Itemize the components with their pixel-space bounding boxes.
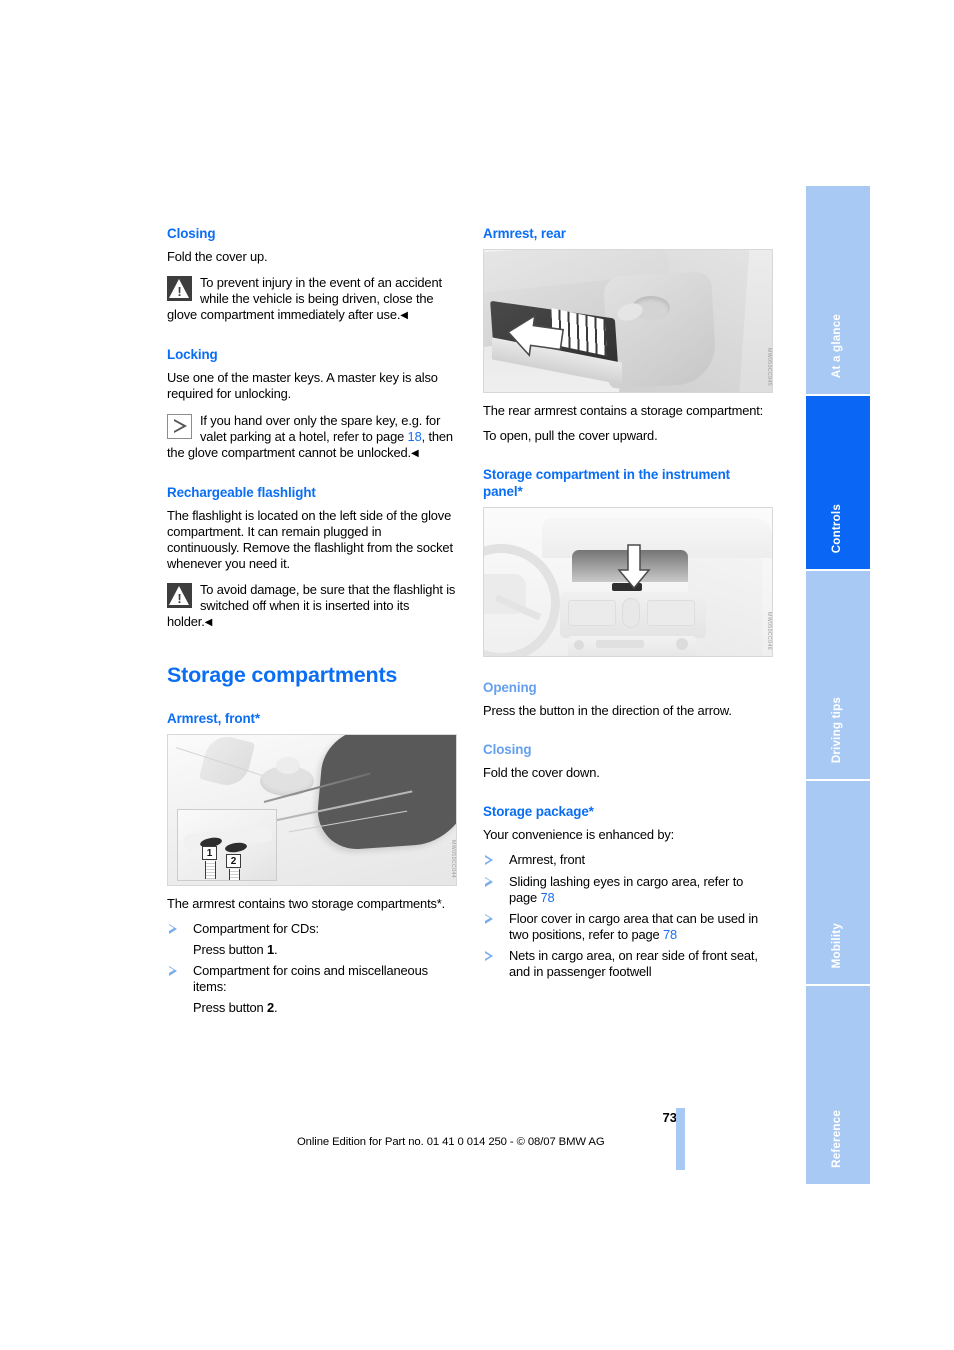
tab-at-a-glance[interactable]: At a glance [806, 186, 870, 396]
warning-text-flashlight: To avoid damage, be sure that the flashl… [167, 582, 457, 631]
list-item: Floor cover in cargo area that can be us… [483, 911, 773, 943]
list-storage-package: Armrest, front Sliding lashing eyes in c… [483, 852, 773, 980]
figure-instrument-panel: MW050CC046 [483, 507, 773, 658]
heading-closing-panel: Closing [483, 742, 532, 758]
subline-suffix: . [274, 999, 278, 1015]
warning-text-glovebox: To prevent injury in the event of an acc… [167, 275, 457, 324]
illustration-vent-center [622, 598, 640, 629]
note-block-spare-key: If you hand over only the spare key, e.g… [167, 413, 457, 462]
info-triangle-icon [167, 413, 192, 439]
page-reference-link[interactable]: 78 [663, 927, 677, 942]
text-closing-panel: Fold the cover down. [483, 765, 600, 781]
illustration-inset-detail: 1 2 [177, 808, 277, 881]
tab-label: Mobility [830, 922, 843, 968]
bullet-triangle-inner-icon [485, 878, 490, 885]
note-text-part1: If you hand over only the spare key, e.g… [200, 412, 441, 444]
left-column: Closing Fold the cover up. ! To prevent … [167, 225, 457, 1021]
tab-reference[interactable]: Reference [806, 986, 870, 1186]
footer-accent-bar [676, 1108, 685, 1170]
heading-locking: Locking [167, 347, 218, 363]
warning-triangle-icon: ! [167, 276, 192, 302]
text-rechargeable-flashlight: The flashlight is located on the left si… [167, 507, 453, 572]
heading-armrest-rear: Armrest, rear [483, 226, 566, 241]
warning-block-flashlight: ! To avoid damage, be sure that the flas… [167, 582, 457, 631]
page-title: Storage compartments [167, 662, 398, 687]
list-item-subline: Press button 2. [193, 1000, 457, 1016]
heading-storage-instrument-panel: Storage compartment in the instrument pa… [483, 467, 731, 500]
heading-armrest-front: Armrest, front* [167, 710, 260, 726]
figure-code-watermark: MW050CC044 [450, 840, 456, 879]
section-index-tabs: At a glance Controls Driving tips Mobili… [806, 186, 870, 1186]
warning-block-glovebox: ! To prevent injury in the event of an a… [167, 275, 457, 324]
text-closing-glovebox: Fold the cover up. [167, 249, 268, 264]
illustration-vent-left [568, 600, 616, 627]
manual-page: Closing Fold the cover up. ! To prevent … [0, 0, 954, 1350]
right-column: Armrest, rear MW050CC045 The rear armres… [483, 225, 773, 985]
list-armrest-front-compartments: Compartment for CDs: Press button 1. Com… [167, 921, 457, 1016]
heading-rechargeable-flashlight: Rechargeable flashlight [167, 484, 316, 500]
text-storage-package-intro: Your convenience is enhanced by: [483, 827, 675, 843]
list-item-label: Floor cover in cargo area that can be us… [509, 910, 759, 942]
tab-label: At a glance [830, 313, 843, 378]
end-mark-icon: ◀ [410, 447, 419, 459]
illustration-radio-display [596, 640, 644, 649]
subline-button-number: 2 [267, 999, 275, 1015]
tab-mobility[interactable]: Mobility [806, 781, 870, 986]
footer-edition-text: Online Edition for Part no. 01 41 0 014 … [297, 1136, 605, 1148]
figure-armrest-front: 1 2 MW050CC044 [167, 733, 457, 886]
tab-label: Driving tips [830, 696, 843, 763]
list-item-label: Compartment for CDs: [193, 920, 319, 936]
text-armrest-rear-2: To open, pull the cover upward. [483, 428, 658, 444]
tab-driving-tips[interactable]: Driving tips [806, 571, 870, 781]
list-item: Sliding lashing eyes in cargo area, refe… [483, 874, 773, 906]
illustration-armrest-lid [314, 734, 456, 852]
list-item-label: Armrest, front [509, 852, 585, 868]
tab-controls[interactable]: Controls [806, 396, 870, 571]
list-item-label: Nets in cargo area, on rear side of fron… [509, 947, 758, 980]
list-item: Nets in cargo area, on rear side of fron… [483, 948, 773, 980]
illustration-vent-right [647, 600, 695, 627]
list-item: Compartment for coins and miscellaneous … [167, 963, 457, 1016]
text-locking: Use one of the master keys. A master key… [167, 370, 438, 402]
heading-storage-package: Storage package* [483, 804, 594, 820]
heading-closing-glovebox: Closing [167, 226, 216, 241]
arrow-down-icon [617, 544, 651, 590]
subline-button-number: 1 [267, 941, 275, 957]
text-armrest-front: The armrest contains two storage compart… [167, 895, 446, 911]
text-opening: Press the button in the direction of the… [483, 703, 732, 719]
list-item-subline: Press button 1. [193, 942, 457, 958]
illustration-knob-top [276, 756, 300, 774]
figure-code-watermark: MW050CC046 [766, 612, 772, 651]
bullet-triangle-inner-icon [485, 915, 490, 922]
figure-armrest-rear: MW050CC045 [483, 249, 773, 393]
list-item: Armrest, front [483, 852, 773, 868]
page-number: 73 [662, 1110, 677, 1125]
note-text-spare-key: If you hand over only the spare key, e.g… [167, 413, 457, 462]
bullet-triangle-inner-icon [169, 925, 174, 932]
text-armrest-rear-1: The rear armrest contains a storage comp… [483, 403, 764, 418]
list-item-label: Compartment for coins and miscellaneous … [193, 962, 428, 994]
warning-triangle-icon: ! [167, 583, 192, 609]
subline-prefix: Press button [193, 999, 268, 1015]
end-mark-icon: ◀ [204, 617, 213, 629]
subline-suffix: . [274, 941, 278, 957]
page-reference-link[interactable]: 18 [408, 429, 422, 444]
callout-label-1: 1 [202, 845, 217, 879]
subline-prefix: Press button [193, 941, 268, 957]
end-mark-icon: ◀ [400, 310, 408, 322]
callout-label-2: 2 [226, 853, 241, 880]
figure-code-watermark: MW050CC045 [766, 347, 772, 386]
tab-label: Reference [830, 1110, 843, 1168]
page-reference-link[interactable]: 78 [541, 890, 555, 905]
list-item: Compartment for CDs: Press button 1. [167, 921, 457, 958]
bullet-triangle-inner-icon [169, 967, 174, 974]
heading-opening: Opening [483, 680, 537, 696]
arrow-left-down-icon [507, 314, 565, 358]
tab-label: Controls [830, 503, 843, 553]
bullet-triangle-inner-icon [485, 952, 490, 959]
bullet-triangle-inner-icon [485, 857, 490, 864]
